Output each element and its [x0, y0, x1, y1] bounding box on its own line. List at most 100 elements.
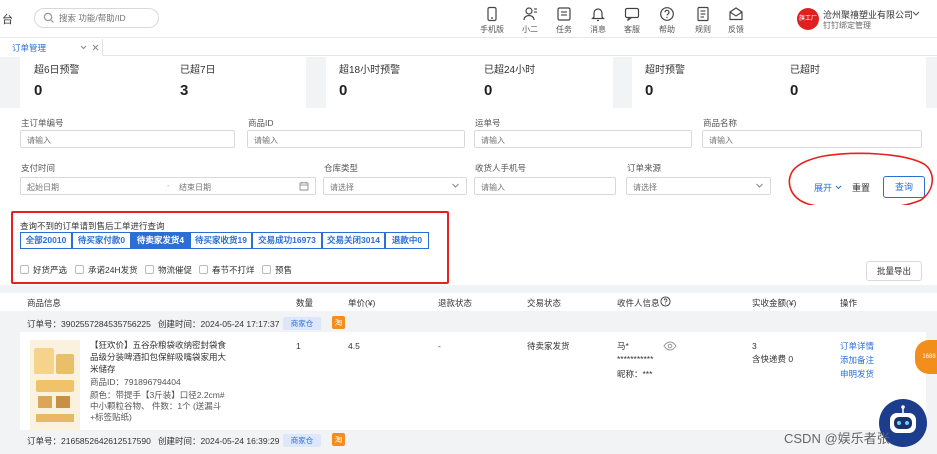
add-note-link[interactable]: 添加备注 — [840, 354, 874, 366]
eye-icon[interactable] — [663, 341, 677, 351]
column-header: 商品信息 — [27, 298, 62, 308]
global-search[interactable] — [34, 8, 159, 28]
warning-label: 已超24小时 — [484, 65, 536, 76]
warning-value[interactable]: 0 — [34, 82, 42, 99]
status-tab-await-shipment[interactable]: 待卖家发货4 — [131, 232, 190, 249]
status-tab-await-payment[interactable]: 待买家付款0 — [72, 232, 131, 249]
filter-checkbox-quality[interactable]: 好货严选 — [20, 264, 67, 276]
product-title-line[interactable]: 品级分装啤酒扣包保鲜吸嘴袋家用大 — [90, 351, 226, 363]
filter-checkbox-logistics[interactable]: 物流催促 — [145, 264, 192, 276]
checkbox-box[interactable] — [199, 265, 208, 274]
created-value: 2024-05-24 16:39:29 — [200, 436, 280, 446]
receiver-phone-input[interactable] — [481, 181, 593, 193]
status-tab-success[interactable]: 交易成功16973 — [252, 232, 322, 249]
checkbox-label: 物流催促 — [158, 265, 193, 275]
warning-value[interactable]: 0 — [339, 82, 347, 99]
chevron-down-icon[interactable] — [80, 45, 87, 50]
tab-order-management[interactable]: 订单管理 — [0, 39, 103, 56]
filter-checkbox-presale[interactable]: 预售 — [262, 264, 292, 276]
order-source-select[interactable] — [626, 177, 771, 195]
product-name-input[interactable] — [709, 134, 884, 146]
main-order-input[interactable] — [27, 134, 198, 146]
tab-label: 订单管理 — [12, 43, 47, 53]
warehouse-select[interactable] — [323, 177, 467, 195]
tool-message[interactable]: 消息 — [583, 6, 613, 35]
chevron-down-icon[interactable] — [912, 11, 920, 17]
warning-label: 超6日预警 — [34, 65, 80, 76]
receiver-name: 马* — [617, 341, 629, 351]
column-header: 退款状态 — [438, 298, 473, 308]
tool-feedback[interactable]: 反馈 — [721, 6, 751, 35]
checkbox-box[interactable] — [75, 265, 84, 274]
tool-assistant[interactable]: 小二 — [515, 6, 545, 35]
search-input[interactable] — [59, 11, 154, 25]
warning-value[interactable]: 0 — [484, 82, 492, 99]
order-number[interactable]: 订单号：2165852642612517590 — [27, 435, 151, 447]
product-id-field[interactable] — [247, 130, 465, 148]
warning-label: 已超7日 — [180, 65, 216, 76]
column-header: 数量 — [296, 298, 314, 308]
pay-time-range[interactable]: - — [20, 177, 316, 195]
trade-status: 待卖家发货 — [527, 341, 570, 351]
close-icon[interactable] — [92, 44, 99, 51]
declare-shipment-link[interactable]: 申明发货 — [840, 368, 874, 380]
checkbox-box[interactable] — [262, 265, 271, 274]
order-number[interactable]: 订单号：3902557284535756225 — [27, 318, 151, 330]
pay-time-start-input[interactable] — [27, 181, 137, 193]
product-thumbnail[interactable] — [30, 340, 80, 430]
column-header: 单价(¥) — [348, 298, 376, 308]
filter-checkbox-24h[interactable]: 承诺24H发货 — [75, 264, 138, 276]
batch-export-button[interactable]: 批量导出 — [866, 261, 922, 281]
status-tab-all[interactable]: 全部20010 — [20, 232, 72, 249]
tool-task[interactable]: 任务 — [549, 6, 579, 35]
waybill-field[interactable] — [474, 130, 692, 148]
tool-label: 规则 — [695, 25, 711, 34]
order-created-time: 创建时间：2024-05-24 16:39:29 — [158, 435, 279, 447]
warning-card-group-3: 超时预警 0 已超时 0 — [632, 57, 926, 108]
checkbox-box[interactable] — [20, 265, 29, 274]
warning-value[interactable]: 3 — [180, 82, 188, 99]
date-range-separator: - — [167, 181, 170, 190]
status-tab-refunding[interactable]: 退款中0 — [385, 232, 429, 249]
dingtalk-binding-link[interactable]: 钉钉绑定管理 — [823, 20, 871, 31]
filter-label-receiver-phone: 收货人手机号 — [475, 163, 527, 173]
warning-label: 已超时 — [790, 65, 820, 76]
tool-service[interactable]: 客服 — [617, 6, 647, 35]
column-header: 实收金额(¥) — [752, 298, 797, 308]
tool-label: 小二 — [522, 25, 538, 34]
tool-rules[interactable]: 规则 — [688, 6, 718, 35]
warehouse-select-input[interactable] — [330, 181, 444, 193]
checkbox-box[interactable] — [145, 265, 154, 274]
checkbox-label: 承诺24H发货 — [88, 265, 138, 275]
product-title-line[interactable]: 米储存 — [90, 363, 116, 375]
checkbox-label: 好货严选 — [33, 265, 68, 275]
order-detail-link[interactable]: 订单详情 — [840, 340, 874, 352]
order-header-row — [20, 313, 926, 333]
warning-value[interactable]: 0 — [645, 82, 653, 99]
filter-checkbox-spring-festival[interactable]: 春节不打烊 — [199, 264, 255, 276]
tool-label: 任务 — [556, 25, 572, 34]
tool-mobile[interactable]: 手机版 — [477, 6, 507, 35]
order-source-select-input[interactable] — [633, 181, 748, 193]
receiver-phone-field[interactable] — [474, 177, 616, 195]
waybill-input[interactable] — [481, 134, 654, 146]
receiver-phone: *********** — [617, 354, 654, 364]
status-tab-await-receipt[interactable]: 待买家收货19 — [190, 232, 252, 249]
calendar-icon[interactable] — [299, 181, 309, 191]
checkbox-label: 春节不打烊 — [212, 265, 255, 275]
status-tab-closed[interactable]: 交易关闭3014 — [322, 232, 385, 249]
filter-label-product-name: 商品名称 — [703, 118, 738, 128]
product-title-line[interactable]: 【狂欢价】五谷杂粮袋收纳密封袋食 — [90, 339, 226, 351]
checkbox-label: 预售 — [275, 265, 293, 275]
product-id-input[interactable] — [254, 134, 427, 146]
product-name-field[interactable] — [702, 130, 922, 148]
help-icon[interactable] — [660, 296, 671, 307]
shop-logo[interactable]: 旗工厂 — [797, 8, 819, 30]
side-1688-badge[interactable]: 1688 — [915, 340, 937, 374]
pay-time-end-input[interactable] — [179, 181, 289, 193]
tool-help[interactable]: 帮助 — [652, 6, 682, 35]
warning-value[interactable]: 0 — [790, 82, 798, 99]
main-order-field[interactable] — [20, 130, 235, 148]
taobao-badge: 淘 — [332, 316, 345, 329]
warning-label: 超时预警 — [645, 65, 685, 76]
